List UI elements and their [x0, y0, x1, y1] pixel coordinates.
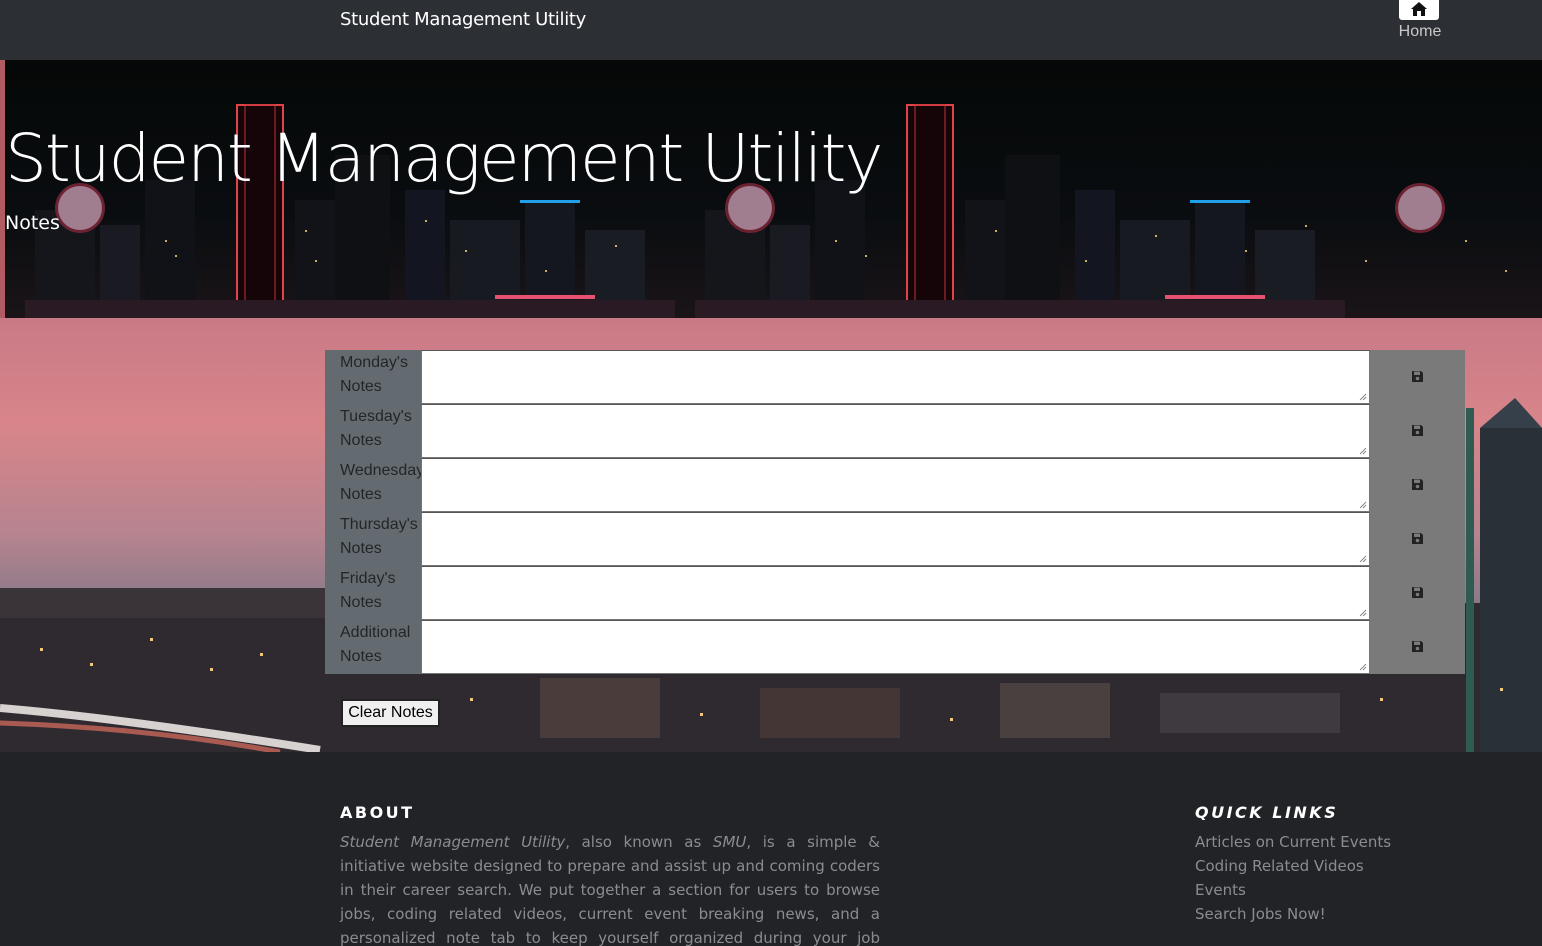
floppy-disk-icon — [1412, 425, 1423, 436]
home-label[interactable]: Home — [1396, 23, 1444, 41]
floppy-disk-icon — [1412, 371, 1423, 382]
note-row-tuesday: Tuesday's Notes — [325, 404, 1465, 458]
floppy-disk-icon — [1412, 533, 1423, 544]
note-row-friday: Friday's Notes — [325, 566, 1465, 620]
floppy-disk-icon — [1412, 587, 1423, 598]
hero-banner: Student Management Utility Notes — [0, 60, 1542, 318]
note-input-friday[interactable] — [421, 566, 1370, 620]
about-heading: ABOUT — [340, 803, 415, 822]
resize-grip-icon[interactable] — [1359, 555, 1367, 563]
save-button-friday[interactable] — [1370, 566, 1465, 620]
quick-links-heading: QUICK LINKS — [1195, 803, 1339, 822]
note-label-monday: Monday's Notes — [325, 350, 421, 404]
note-input-monday[interactable] — [421, 350, 1370, 404]
save-button-thursday[interactable] — [1370, 512, 1465, 566]
note-label-friday: Friday's Notes — [325, 566, 421, 620]
note-label-tuesday: Tuesday's Notes — [325, 404, 421, 458]
resize-grip-icon[interactable] — [1359, 501, 1367, 509]
floppy-disk-icon — [1412, 479, 1423, 490]
note-input-additional[interactable] — [421, 620, 1370, 674]
note-label-wednesday: Wednesday'sNotes — [325, 458, 421, 512]
quick-link-videos[interactable]: Coding Related Videos — [1195, 854, 1391, 878]
note-input-wednesday[interactable] — [421, 458, 1370, 512]
navbar-brand[interactable]: Student Management Utility — [340, 9, 586, 30]
save-button-wednesday[interactable] — [1370, 458, 1465, 512]
clear-notes-button[interactable]: Clear Notes — [341, 699, 440, 727]
notes-table: Monday'sNotes Tuesday'sNotes Wednesday's… — [325, 350, 1465, 674]
note-row-thursday: Thursday's Notes — [325, 512, 1465, 566]
quick-link-jobs[interactable]: Search Jobs Now! — [1195, 902, 1391, 926]
quick-links-list: Articles on Current Events Coding Relate… — [1195, 830, 1391, 926]
home-link[interactable]: Home — [1396, 0, 1444, 44]
resize-grip-icon[interactable] — [1359, 609, 1367, 617]
hero-title: Student Management Utility — [5, 120, 883, 197]
quick-link-events[interactable]: Events — [1195, 878, 1391, 902]
note-input-tuesday[interactable] — [421, 404, 1370, 458]
note-input-thursday[interactable] — [421, 512, 1370, 566]
resize-grip-icon[interactable] — [1359, 447, 1367, 455]
note-label-additional: Additional Notes — [325, 620, 421, 674]
save-button-monday[interactable] — [1370, 350, 1465, 404]
hero-subtitle: Notes — [5, 212, 60, 234]
resize-grip-icon[interactable] — [1359, 393, 1367, 401]
home-icon[interactable] — [1399, 0, 1439, 20]
save-button-tuesday[interactable] — [1370, 404, 1465, 458]
note-row-monday: Monday's Notes — [325, 350, 1465, 404]
note-label-thursday: Thursday's Notes — [325, 512, 421, 566]
note-row-additional: Additional Notes — [325, 620, 1465, 674]
resize-grip-icon[interactable] — [1359, 663, 1367, 671]
quick-link-articles[interactable]: Articles on Current Events — [1195, 830, 1391, 854]
floppy-disk-icon — [1412, 641, 1423, 652]
navbar: Student Management Utility Home — [0, 0, 1542, 60]
save-button-additional[interactable] — [1370, 620, 1465, 674]
about-paragraph: Student Management Utility, also known a… — [340, 833, 880, 946]
footer: ABOUT Student Management Utility, also k… — [0, 752, 1542, 946]
note-row-wednesday: Wednesday'sNotes — [325, 458, 1465, 512]
